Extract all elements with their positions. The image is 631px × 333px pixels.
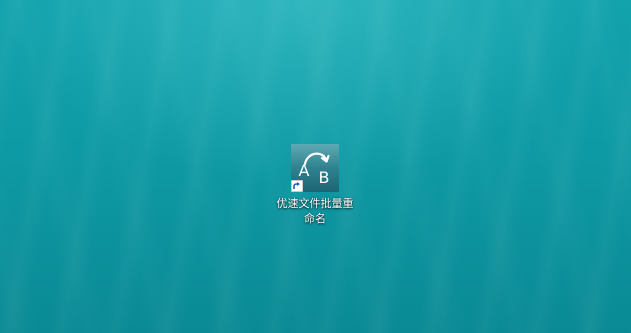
desktop-icon-label: 优速文件批量重命名	[276, 197, 354, 225]
shortcut-arrow-icon	[291, 180, 303, 192]
desktop[interactable]: A B 优速文件批量重命名	[0, 0, 631, 333]
desktop-shortcut-file-rename[interactable]: A B 优速文件批量重命名	[275, 142, 355, 232]
icon-letter-b: B	[319, 168, 330, 187]
icon-letter-a: A	[299, 161, 310, 180]
rename-ab-icon: A B	[291, 144, 339, 192]
